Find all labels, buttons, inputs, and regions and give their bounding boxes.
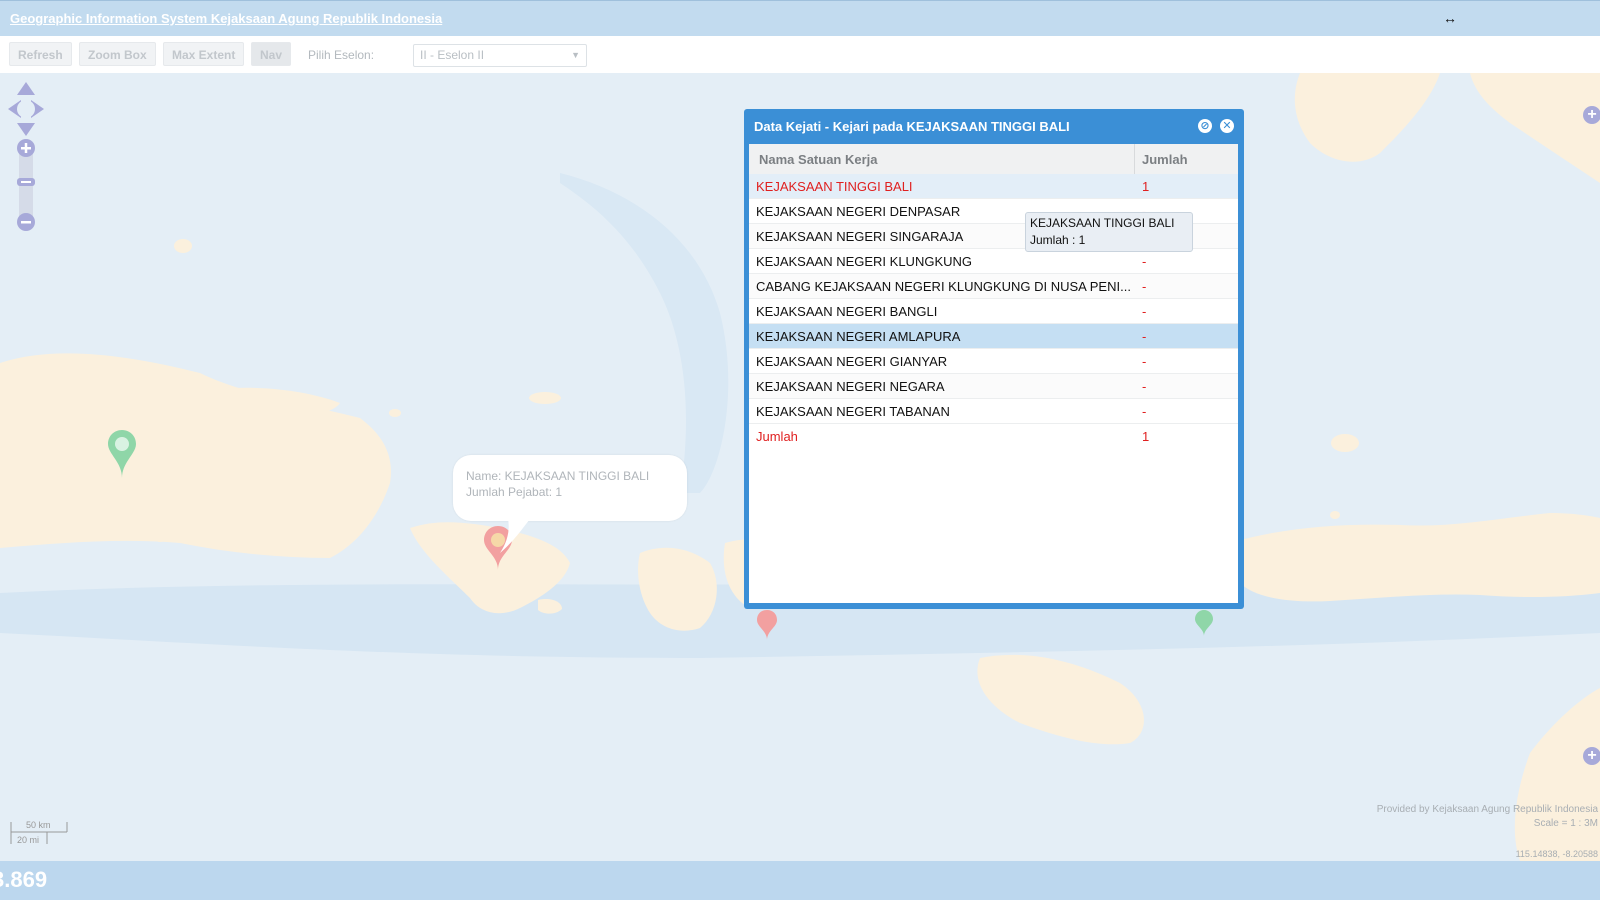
resize-horizontal-icon[interactable]: ↔ (1443, 10, 1457, 26)
total-label: Jumlah (756, 429, 798, 444)
tooltip-name: KEJAKSAAN TINGGI BALI (1030, 216, 1175, 230)
dialog-title: Data Kejati - Kejari pada KEJAKSAAN TING… (754, 119, 1070, 134)
row-name: KEJAKSAAN NEGERI TABANAN (756, 404, 950, 419)
table-row-selected[interactable]: KEJAKSAAN NEGERI AMLAPURA - (749, 324, 1238, 349)
row-name: KEJAKSAAN NEGERI NEGARA (756, 379, 945, 394)
zoom-box-button[interactable]: Zoom Box (79, 42, 156, 66)
row-tooltip: KEJAKSAAN TINGGI BALI Jumlah : 1 (1025, 212, 1193, 252)
row-name: KEJAKSAAN NEGERI AMLAPURA (756, 329, 961, 344)
table-row[interactable]: KEJAKSAAN TINGGI BALI 1 (749, 174, 1238, 199)
table-row[interactable]: KEJAKSAAN NEGERI NEGARA - (749, 374, 1238, 399)
row-count: - (1142, 379, 1147, 394)
scale-km-label: 50 km (26, 820, 51, 830)
data-kejati-dialog: Data Kejati - Kejari pada KEJAKSAAN TING… (744, 109, 1244, 609)
footer-bar: 3.869 (0, 861, 1600, 900)
tooltip-count: Jumlah : 1 (1030, 233, 1086, 247)
layer-switcher-plus-icon[interactable]: + (1583, 106, 1600, 124)
column-divider[interactable] (1134, 144, 1135, 174)
row-count: - (1142, 329, 1147, 344)
popup-count-text: Jumlah Pejabat: 1 (466, 485, 563, 499)
red-location-marker-icon[interactable] (757, 610, 777, 640)
dialog-close-icon[interactable]: ✕ (1220, 119, 1234, 133)
map-info-popup: Name: KEJAKSAAN TINGGI BALI Jumlah Pejab… (453, 455, 687, 521)
eselon-select[interactable]: II - Eselon II ▼ (413, 44, 587, 67)
popup-tail (500, 519, 530, 553)
scale-mi-label: 20 mi (17, 835, 40, 845)
row-count: 1 (1142, 179, 1150, 194)
green-location-marker-icon[interactable] (108, 430, 136, 478)
green-location-marker-icon[interactable] (1195, 610, 1213, 636)
footer-counter: 3.869 (0, 867, 48, 892)
eselon-label: Pilih Eselon: (308, 48, 375, 62)
pan-control[interactable] (8, 82, 44, 136)
map-scale-text: Scale = 1 : 3M (1533, 818, 1598, 829)
row-name: KEJAKSAAN TINGGI BALI (756, 179, 913, 194)
column-header-name[interactable]: Nama Satuan Kerja (759, 152, 878, 167)
grid-header: Nama Satuan Kerja Jumlah (749, 144, 1238, 175)
table-row[interactable]: KEJAKSAAN NEGERI BANGLI - (749, 299, 1238, 324)
dialog-minimize-icon[interactable]: ⊘ (1198, 119, 1212, 133)
chevron-down-icon: ▼ (571, 50, 580, 60)
row-name: KEJAKSAAN NEGERI GIANYAR (756, 354, 948, 369)
app-header: Geographic Information System Kejaksaan … (0, 0, 1600, 36)
eselon-select-value: II - Eselon II (420, 48, 485, 62)
map-toolbar: Refresh Zoom Box Max Extent Nav Pilih Es… (0, 36, 1600, 73)
row-name: KEJAKSAAN NEGERI BANGLI (756, 304, 938, 319)
row-name: CABANG KEJAKSAAN NEGERI KLUNGKUNG DI NUS… (756, 279, 1131, 294)
attribution-text: Provided by Kejaksaan Agung Republik Ind… (1376, 804, 1598, 815)
row-count: - (1142, 254, 1147, 269)
nav-button[interactable]: Nav (251, 42, 292, 66)
table-total-row: Jumlah 1 (749, 424, 1238, 448)
refresh-button[interactable]: Refresh (9, 42, 72, 66)
table-row[interactable]: CABANG KEJAKSAAN NEGERI KLUNGKUNG DI NUS… (749, 274, 1238, 299)
row-name: KEJAKSAAN NEGERI KLUNGKUNG (756, 254, 972, 269)
max-extent-button[interactable]: Max Extent (163, 42, 245, 66)
app-title-link[interactable]: Geographic Information System Kejaksaan … (10, 11, 442, 26)
popup-name-text: Name: KEJAKSAAN TINGGI BALI (466, 469, 650, 483)
row-count: - (1142, 354, 1147, 369)
overview-map-plus-icon[interactable]: + (1583, 747, 1600, 765)
mouse-position-readout: 115.14838, -8.20588 (1515, 849, 1598, 859)
zoom-slider[interactable] (16, 138, 36, 232)
row-count: - (1142, 279, 1147, 294)
total-value: 1 (1142, 429, 1150, 444)
row-count: - (1142, 404, 1147, 419)
table-row[interactable]: KEJAKSAAN NEGERI TABANAN - (749, 399, 1238, 424)
table-row[interactable]: KEJAKSAAN NEGERI KLUNGKUNG - (749, 249, 1238, 274)
table-row[interactable]: KEJAKSAAN NEGERI GIANYAR - (749, 349, 1238, 374)
column-header-count[interactable]: Jumlah (1142, 152, 1188, 167)
row-count: - (1142, 304, 1147, 319)
